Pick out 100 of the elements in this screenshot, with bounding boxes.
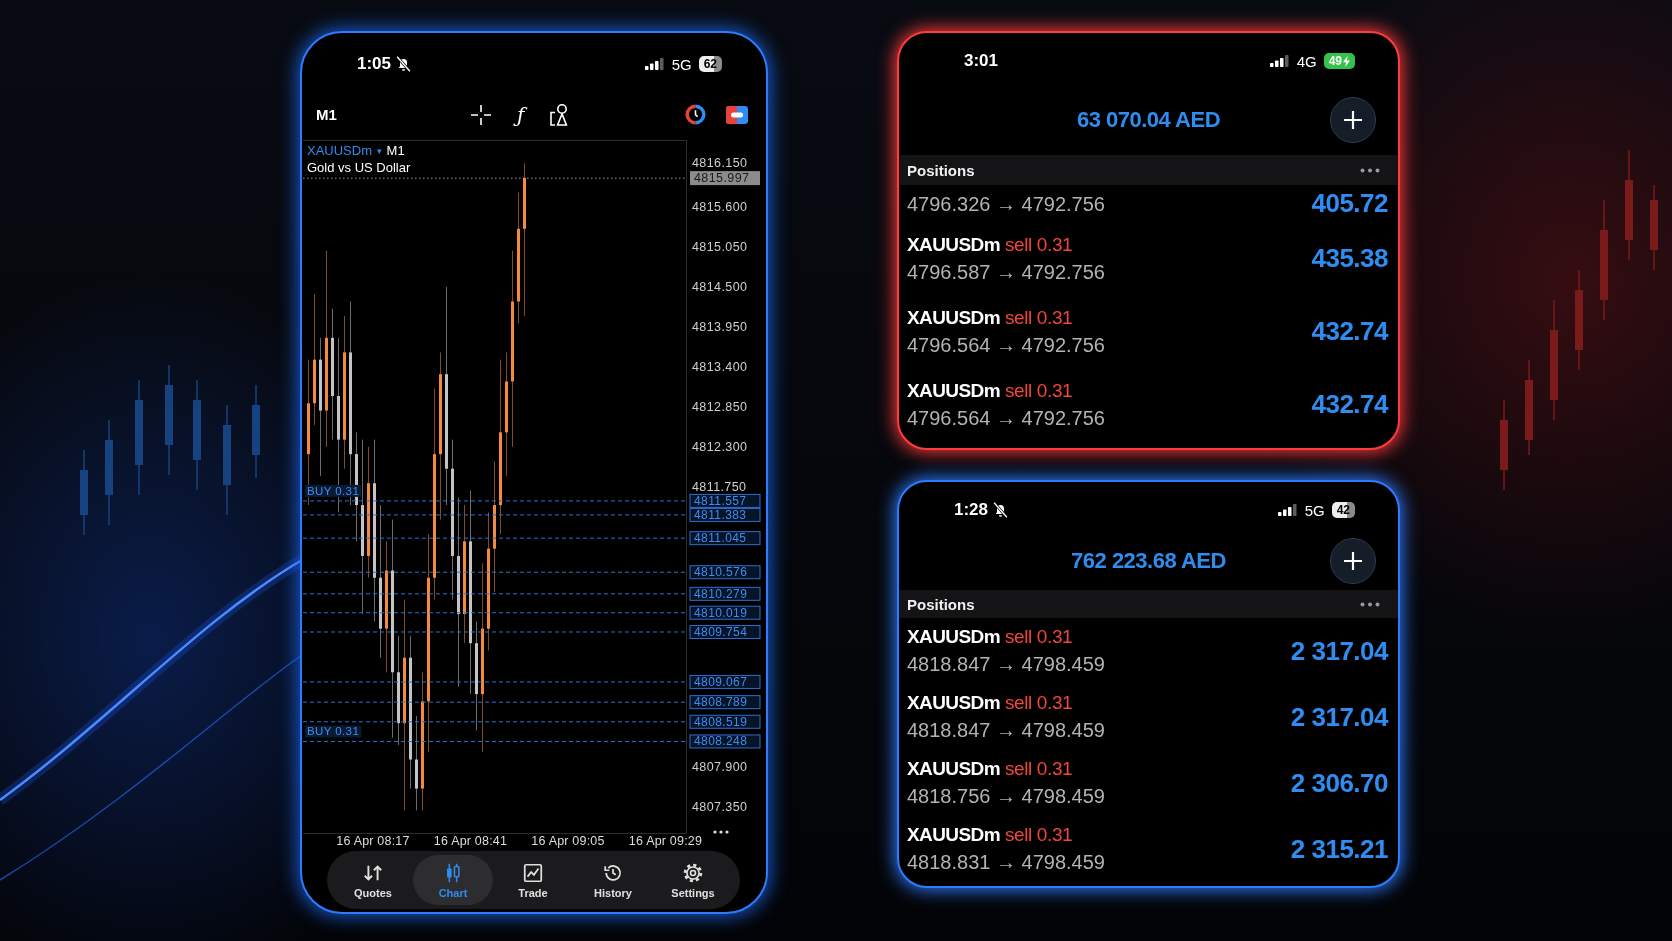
price-axis-label: 4812.850 (692, 399, 748, 414)
trade-volume: 0.31 (1036, 233, 1073, 256)
more-icon[interactable] (1360, 601, 1380, 607)
symbol-name: XAUUSDm (907, 379, 1000, 402)
bolt-icon (1343, 55, 1350, 67)
price-axis-label: 4813.400 (692, 359, 748, 374)
price-range: 4796.564 → 4792.756 (907, 332, 1105, 358)
battery-percentage: 42 (1336, 502, 1350, 518)
nav-tab[interactable]: Trade (493, 855, 573, 905)
order-price-label: 4808.789 (689, 695, 761, 710)
price-axis-label: 4811.750 (692, 479, 747, 494)
signal-icon (1269, 55, 1290, 67)
order-price-label: 4808.519 (689, 714, 761, 729)
nav-tab[interactable]: Settings (653, 855, 733, 905)
profit-amount: 405.72 (1311, 188, 1388, 219)
profit-amount: 432.74 (1311, 316, 1388, 347)
time-axis-label: 16 Apr 09:05 (531, 834, 605, 848)
balance-amount: 762 223.68 AED (1071, 548, 1226, 574)
price-axis-label: 4807.900 (692, 759, 748, 774)
network-label: 5G (1304, 501, 1325, 519)
split-ring-icon[interactable] (685, 104, 706, 125)
status-time: 1:05 (357, 54, 391, 74)
time-axis-label: 16 Apr 09:29 (628, 834, 703, 848)
trade-side: sell (1004, 379, 1032, 402)
price-range: 4818.831 → 4798.459 (907, 850, 1105, 875)
status-time: 1:28 (954, 500, 988, 520)
price-range: 4818.756 → 4798.459 (907, 784, 1105, 809)
profit-amount: 2 317.04 (1290, 701, 1388, 733)
signal-icon (644, 58, 665, 70)
order-price-label: 4808.248 (689, 734, 761, 749)
price-axis-label: 4814.500 (692, 279, 748, 294)
order-price-label: 4809.067 (689, 674, 761, 689)
symbol-description: Gold vs US Dollar (307, 159, 411, 176)
order-price-label: 4810.576 (689, 565, 761, 580)
trade-volume: 0.31 (1036, 306, 1073, 329)
add-button[interactable] (1330, 538, 1376, 584)
price-range: 4796.587 → 4792.756 (907, 259, 1105, 285)
trade-side: sell (1004, 824, 1032, 846)
network-label: 4G (1296, 52, 1317, 70)
order-price-label: 4811.557 (689, 493, 761, 508)
timeframe-button[interactable]: M1 (316, 106, 337, 123)
trade-side: sell (1004, 692, 1032, 714)
price-range: 4796.564 → 4792.756 (907, 405, 1105, 431)
trade-volume: 0.31 (1036, 758, 1073, 780)
battery-percentage: 49 (1328, 53, 1342, 69)
split-tile-icon[interactable] (726, 105, 748, 124)
trade-volume: 0.31 (1036, 626, 1073, 648)
symbol-name: XAUUSDm (907, 824, 1000, 846)
price-axis-label: 4807.350 (692, 799, 748, 814)
status-time: 3:01 (964, 51, 998, 71)
more-icon[interactable] (713, 830, 729, 834)
time-axis-label: 16 Apr 08:41 (433, 834, 508, 848)
trade-side: sell (1004, 306, 1032, 329)
price-range: 4818.847 → 4798.459 (907, 718, 1105, 743)
nav-tab[interactable]: Quotes (333, 855, 413, 905)
trade-side: sell (1004, 626, 1032, 648)
order-price-label: 4811.045 (689, 531, 761, 546)
caret-icon[interactable]: ▾ (377, 145, 382, 156)
symbol-name: XAUUSDm (907, 692, 1000, 714)
trade-volume: 0.31 (1036, 824, 1073, 846)
symbol-name: XAUUSDm (907, 626, 1000, 648)
plus-icon (1343, 551, 1363, 571)
price-axis-label: 4815.050 (692, 239, 748, 254)
order-price-label: 4810.019 (689, 605, 761, 620)
chart-timeframe: M1 (386, 143, 405, 158)
more-icon[interactable] (1360, 167, 1380, 173)
symbol-name: XAUUSDm (907, 306, 1000, 329)
price-range: 4818.847 → 4798.459 (907, 652, 1105, 677)
price-axis-label: 4813.950 (692, 319, 748, 334)
trade-volume: 0.31 (1036, 692, 1073, 714)
profit-amount: 2 315.21 (1290, 833, 1388, 865)
nav-tab[interactable]: History (573, 855, 653, 905)
section-title: Positions (907, 595, 975, 613)
profit-amount: 435.38 (1311, 243, 1388, 274)
nav-tab[interactable]: Chart (413, 855, 493, 905)
price-axis-label: 4812.300 (692, 439, 748, 454)
price-axis-label: 4815.600 (692, 200, 748, 214)
section-title: Positions (907, 161, 975, 179)
order-label: BUY 0.31 (305, 484, 362, 497)
trade-volume: 0.31 (1036, 379, 1073, 402)
battery-percentage: 62 (703, 56, 717, 72)
symbol-name[interactable]: XAUUSDm (307, 143, 372, 158)
current-price-label: 4815.997 (690, 171, 760, 186)
price-axis-label: 4816.150 (692, 156, 748, 171)
crosshair-icon[interactable] (471, 104, 491, 125)
trade-side: sell (1004, 233, 1032, 256)
order-price-label: 4810.279 (689, 586, 761, 601)
profit-amount: 432.74 (1311, 389, 1388, 420)
plus-icon (1343, 110, 1363, 130)
line-chart-icon (522, 861, 544, 884)
trade-side: sell (1004, 758, 1032, 780)
add-button[interactable] (1330, 97, 1376, 143)
network-label: 5G (671, 55, 692, 73)
profit-amount: 2 306.70 (1290, 767, 1388, 799)
signal-icon (1277, 504, 1298, 516)
order-price-label: 4811.383 (689, 507, 761, 522)
order-price-label: 4809.754 (689, 625, 761, 639)
price-range: 4796.326 → 4792.756 (907, 191, 1105, 217)
time-axis-label: 16 Apr 08:17 (336, 834, 410, 848)
symbol-name: XAUUSDm (907, 233, 1000, 256)
